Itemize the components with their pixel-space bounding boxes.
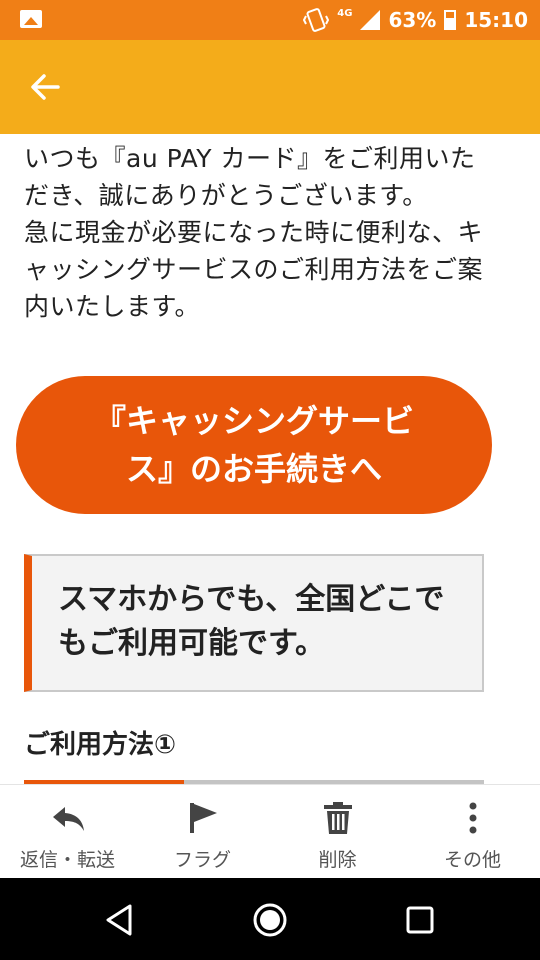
notice-text: スマホからでも、全国どこでもご利用可能です。 (58, 582, 445, 661)
flag-label: フラグ (173, 849, 231, 871)
message-body[interactable]: いつも『au PAY カード』をご利用いただき、誠にありがとうございます。 急に… (0, 134, 540, 784)
status-icons: 4G 63% 15:10 (303, 0, 528, 40)
reply-icon (52, 807, 84, 831)
image-notification-icon (20, 10, 42, 28)
vibrate-icon (303, 8, 330, 32)
reply-forward-button[interactable]: 返信・転送 (0, 785, 135, 879)
reply-forward-label: 返信・転送 (19, 849, 115, 871)
arrow-left-icon[interactable] (28, 70, 62, 104)
clock: 15:10 (464, 8, 528, 32)
signal-icon (360, 10, 381, 30)
more-vert-icon (469, 802, 476, 834)
flag-icon (189, 803, 217, 833)
system-nav-bar (0, 878, 540, 960)
cashing-service-button[interactable]: 『キャッシングサービス』のお手続きへ (16, 376, 492, 514)
battery-percent: 63% (388, 8, 437, 32)
notice-box: スマホからでも、全国どこでもご利用可能です。 (24, 554, 484, 692)
back-triangle-icon[interactable] (100, 900, 140, 940)
flag-button[interactable]: フラグ (135, 785, 270, 879)
network-type: 4G (337, 7, 353, 19)
app-bar (0, 40, 540, 134)
delete-label: 削除 (318, 849, 357, 871)
more-button[interactable]: その他 (405, 785, 540, 879)
intro-text: いつも『au PAY カード』をご利用いただき、誠にありがとうございます。 急に… (24, 144, 484, 321)
bottom-toolbar: 返信・転送 フラグ 削除 その他 (0, 784, 540, 879)
home-circle-icon[interactable] (250, 900, 290, 940)
battery-icon (444, 10, 457, 30)
status-bar: 4G 63% 15:10 (0, 0, 540, 40)
recents-square-icon[interactable] (400, 900, 440, 940)
section-title: ご利用方法① (24, 730, 177, 760)
trash-icon (323, 802, 352, 834)
delete-button[interactable]: 削除 (270, 785, 405, 879)
more-label: その他 (443, 849, 501, 871)
